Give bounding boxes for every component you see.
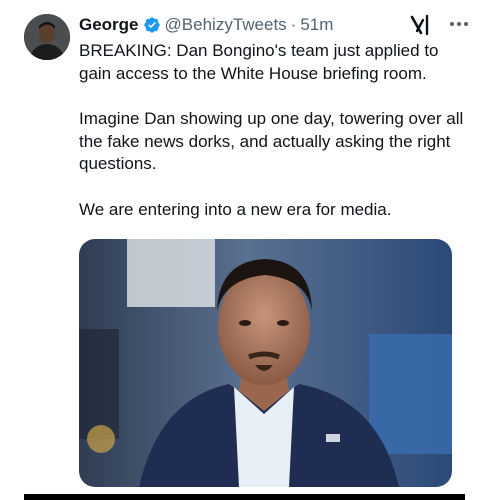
timestamp[interactable]: 51m (300, 15, 333, 35)
tweet-paragraph: Imagine Dan showing up one day, towering… (79, 109, 464, 173)
avatar[interactable] (24, 14, 70, 60)
grok-icon[interactable] (409, 14, 431, 36)
tweet-paragraph: BREAKING: Dan Bongino's team just applie… (79, 41, 439, 83)
tweet-media-photo[interactable] (79, 239, 452, 487)
tweet[interactable]: George @BehizyTweets · 51m BREAKING: Dan… (0, 0, 489, 500)
author-name[interactable]: George (79, 15, 139, 35)
more-options-icon[interactable] (447, 12, 471, 36)
tweet-text: BREAKING: Dan Bongino's team just applie… (79, 40, 469, 221)
verified-badge-icon (143, 16, 161, 34)
author-handle[interactable]: @BehizyTweets (165, 15, 287, 35)
tweet-paragraph: We are entering into a new era for media… (79, 199, 392, 219)
divider (24, 494, 465, 500)
header-separator: · (290, 15, 297, 34)
